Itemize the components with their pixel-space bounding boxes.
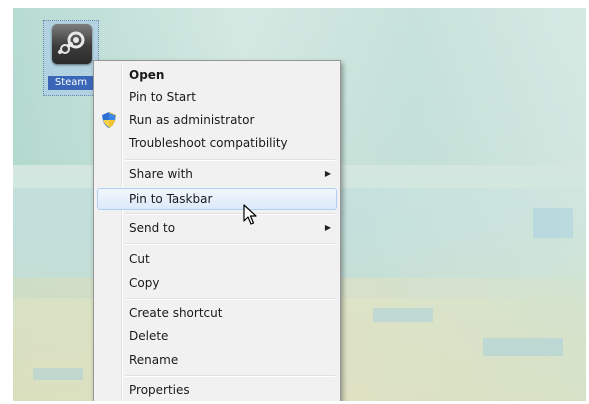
wallpaper-patch [483, 338, 563, 356]
menu-item-label: Share with [129, 167, 193, 181]
steam-logo-icon [52, 24, 92, 64]
menu-item-label: Run as administrator [129, 113, 255, 127]
menu-separator [125, 243, 335, 245]
menu-item-label: Rename [129, 353, 179, 367]
menu-item-label: Delete [129, 329, 169, 343]
menu-item-run-as-administrator[interactable]: Run as administrator [97, 109, 337, 131]
menu-item-open[interactable]: Open [97, 64, 337, 86]
desktop-background[interactable]: Steam Open Pin to Start Run as administr… [13, 8, 586, 401]
wallpaper-patch [373, 308, 433, 322]
menu-separator [125, 213, 335, 215]
context-menu: Open Pin to Start Run as administrator T… [93, 60, 341, 401]
menu-item-label: Send to [129, 221, 176, 235]
menu-item-label: Pin to Taskbar [129, 192, 213, 206]
menu-item-troubleshoot-compatibility[interactable]: Troubleshoot compatibility [97, 132, 337, 154]
wallpaper-patch [533, 208, 573, 238]
menu-item-label: Create shortcut [129, 306, 223, 320]
menu-item-label: Cut [129, 252, 150, 266]
menu-item-pin-to-taskbar[interactable]: Pin to Taskbar [97, 188, 337, 210]
menu-separator [125, 159, 335, 161]
menu-item-copy[interactable]: Copy [97, 272, 337, 294]
menu-item-label: Copy [129, 276, 160, 290]
menu-item-label: Troubleshoot compatibility [129, 136, 288, 150]
menu-item-cut[interactable]: Cut [97, 248, 337, 270]
menu-item-share-with[interactable]: Share with ▶ [97, 163, 337, 185]
menu-item-delete[interactable]: Delete [97, 325, 337, 347]
desktop-icon-label: Steam [48, 76, 94, 90]
menu-item-label: Pin to Start [129, 90, 196, 104]
mouse-pointer-icon [243, 204, 257, 230]
menu-separator [125, 375, 335, 377]
menu-item-label: Open [129, 68, 165, 82]
menu-item-create-shortcut[interactable]: Create shortcut [97, 302, 337, 324]
menu-item-label: Properties [129, 383, 190, 397]
screenshot-frame: Steam Open Pin to Start Run as administr… [0, 0, 589, 404]
submenu-arrow-icon: ▶ [324, 169, 331, 178]
submenu-arrow-icon: ▶ [324, 223, 331, 232]
menu-item-pin-to-start[interactable]: Pin to Start [97, 86, 337, 108]
menu-separator [125, 298, 335, 300]
menu-item-send-to[interactable]: Send to ▶ [97, 217, 337, 239]
desktop-icon-steam[interactable]: Steam [43, 20, 99, 96]
wallpaper-patch [33, 368, 83, 380]
menu-item-properties[interactable]: Properties [97, 379, 337, 401]
menu-item-rename[interactable]: Rename [97, 349, 337, 371]
